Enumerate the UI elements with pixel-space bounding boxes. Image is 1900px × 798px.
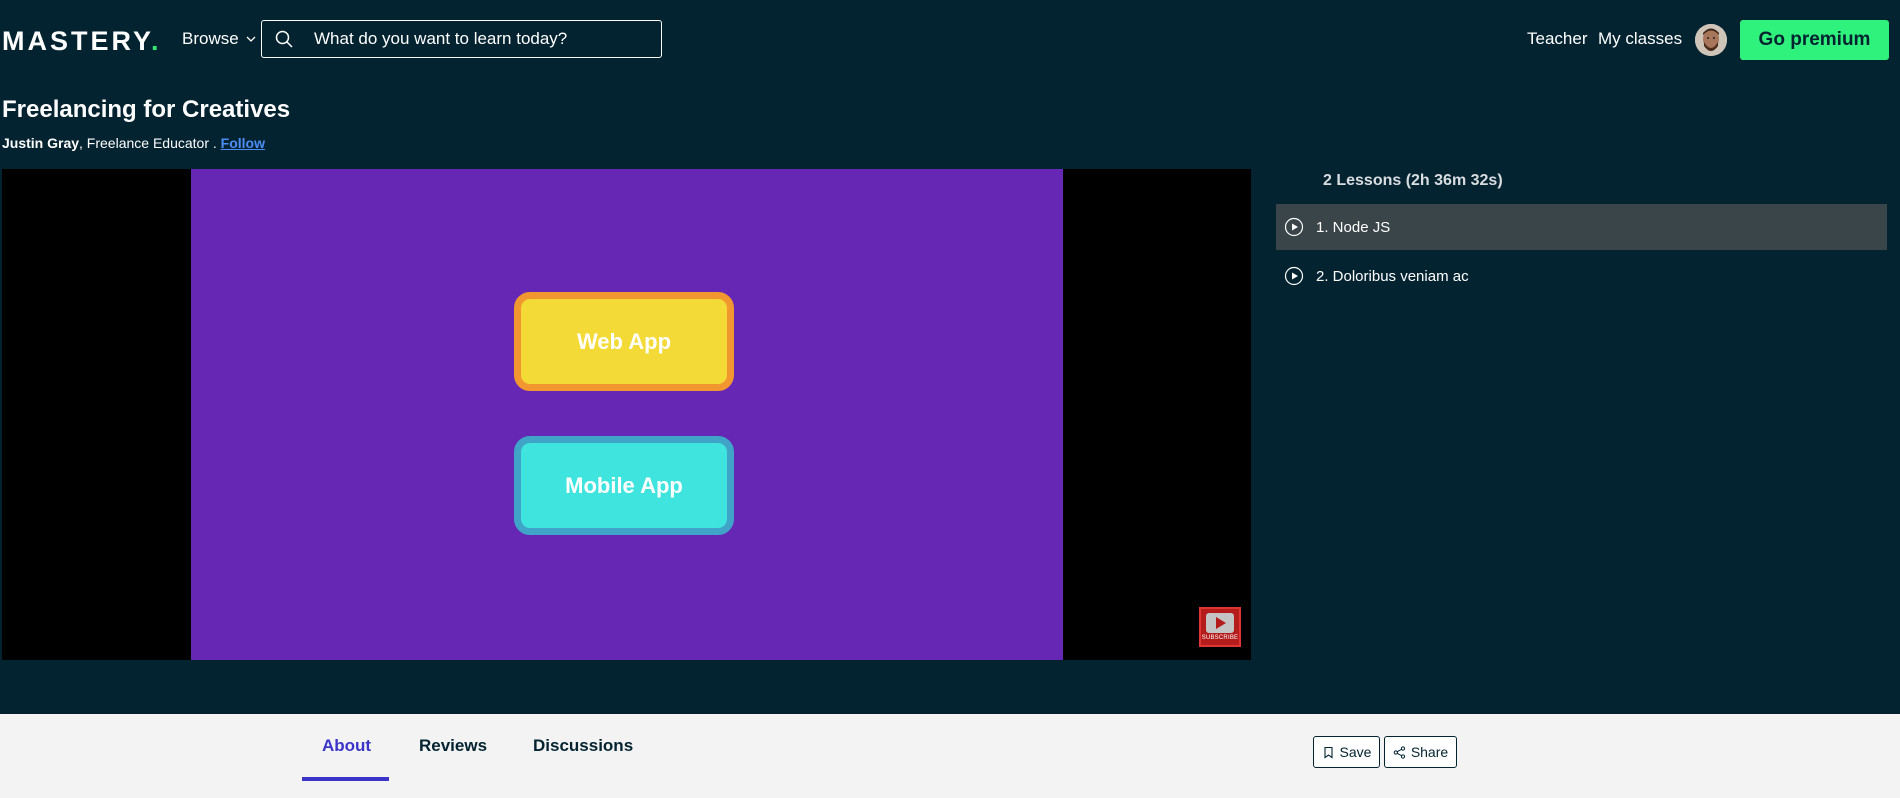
save-button[interactable]: Save [1313,736,1380,768]
follow-link[interactable]: Follow [221,135,265,151]
share-icon [1393,745,1405,759]
my-classes-link[interactable]: My classes [1598,29,1682,49]
lesson-label: 2. Doloribus veniam ac [1316,267,1469,285]
mobile-app-graphic: Mobile App [514,436,734,535]
tab-discussions[interactable]: Discussions [533,736,633,756]
teacher-link[interactable]: Teacher [1527,29,1587,49]
youtube-play-icon [1206,613,1234,633]
bookmark-icon [1323,746,1333,759]
subscribe-label: SUBSCRIBE [1201,635,1239,641]
search-icon [275,30,293,48]
video-frame: Web App Mobile App [191,169,1063,660]
browse-label: Browse [182,29,239,48]
search-box[interactable] [261,20,662,58]
play-circle-icon [1284,217,1304,237]
lesson-item-1[interactable]: 1. Node JS [1276,204,1887,250]
logo-dot: . [151,26,162,56]
logo[interactable]: MASTERY. [2,26,162,57]
tab-reviews[interactable]: Reviews [419,736,487,756]
lessons-heading: 2 Lessons (2h 36m 32s) [1323,172,1503,189]
course-title: Freelancing for Creatives [2,96,291,123]
browse-menu[interactable]: Browse [182,29,257,49]
course-tabs-bar: About Reviews Discussions Save Share [0,714,1900,798]
author-name[interactable]: Justin Gray [2,135,79,151]
tab-about[interactable]: About [322,736,371,756]
user-avatar-icon [1695,24,1727,56]
lesson-item-2[interactable]: 2. Doloribus veniam ac [1276,253,1887,299]
go-premium-button[interactable]: Go premium [1740,20,1889,60]
save-label: Save [1339,744,1372,760]
author-role: , Freelance Educator . [79,135,221,151]
chevron-down-icon [246,36,256,42]
subscribe-button[interactable]: SUBSCRIBE [1199,607,1241,647]
search-input[interactable] [314,29,654,49]
share-button[interactable]: Share [1384,736,1457,768]
web-app-graphic: Web App [514,292,734,391]
lesson-label: 1. Node JS [1316,218,1391,236]
play-circle-icon [1284,266,1304,286]
active-tab-indicator [302,777,389,781]
top-nav: MASTERY. Browse Teacher My classes Go pr… [0,0,1900,80]
course-byline: Justin Gray, Freelance Educator . Follow [2,135,265,151]
video-player[interactable]: Web App Mobile App SUBSCRIBE [2,169,1251,660]
share-label: Share [1410,744,1449,760]
logo-text: MASTERY [2,26,152,56]
avatar[interactable] [1695,24,1727,56]
